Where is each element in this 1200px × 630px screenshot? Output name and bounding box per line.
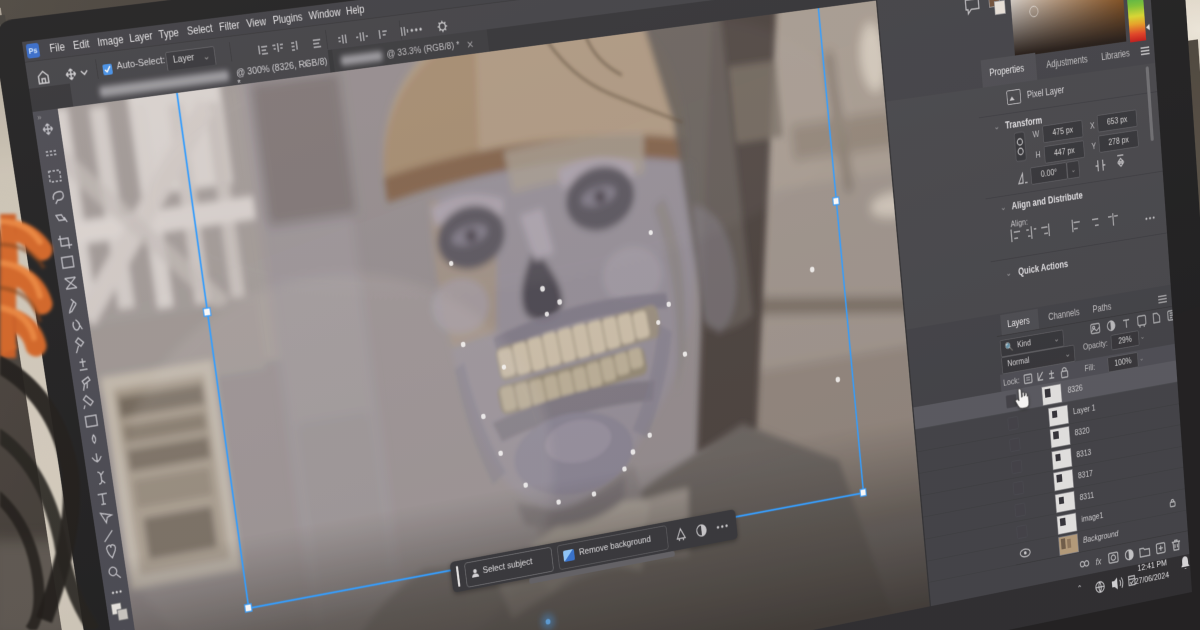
svg-text:fx: fx: [1095, 557, 1102, 568]
